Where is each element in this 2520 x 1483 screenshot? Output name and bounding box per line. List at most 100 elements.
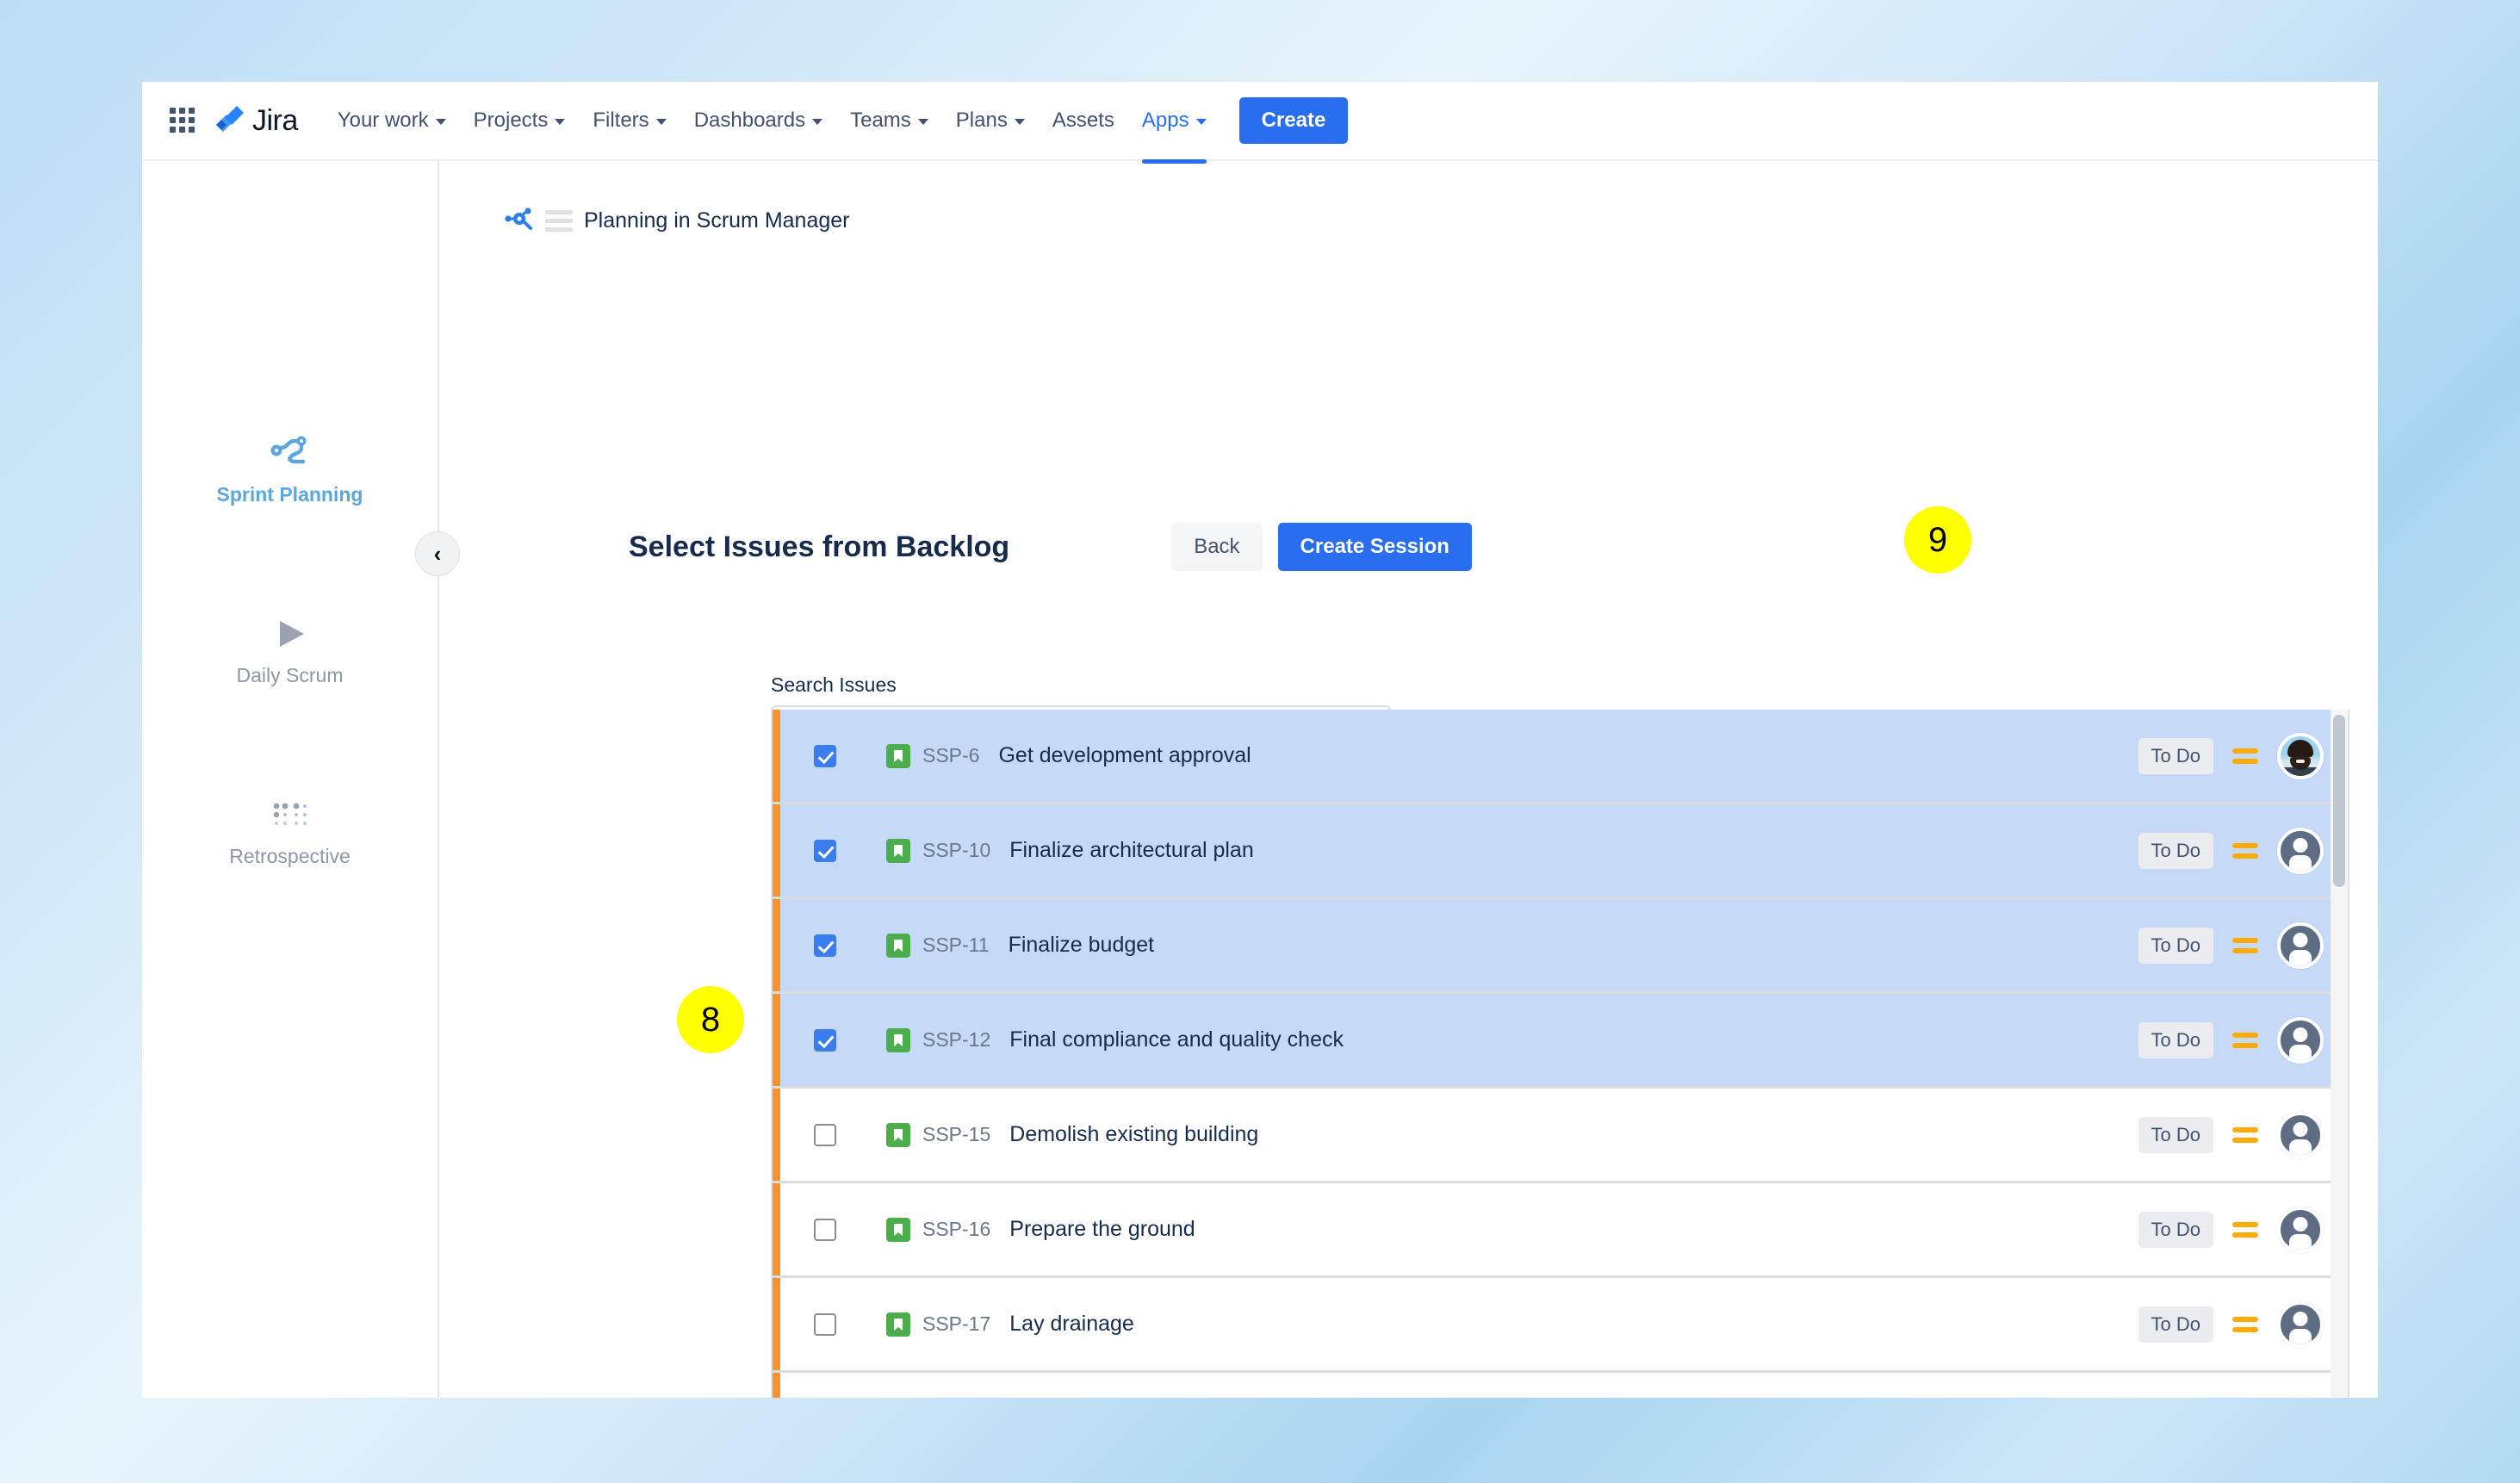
nav-item-your-work[interactable]: Your work: [324, 100, 460, 141]
scrum-node-icon: [505, 206, 534, 236]
issue-row[interactable]: SSP-12 Final compliance and quality check…: [773, 994, 2348, 1089]
issue-checkbox[interactable]: [814, 1029, 836, 1052]
sidebar-item-label: Sprint Planning: [142, 483, 438, 506]
issue-key[interactable]: SSP-10: [922, 839, 990, 862]
main-content: Planning in Scrum Manager Select Issues …: [439, 161, 2378, 1398]
issue-meta-cell: To Do: [2138, 1112, 2348, 1158]
assignee-avatar[interactable]: [2277, 922, 2324, 969]
issue-row[interactable]: SSP-18Lay new electricity linesTo Do: [773, 1373, 2348, 1398]
issue-info-cell: SSP-16 Prepare the ground: [878, 1217, 2138, 1242]
issue-checkbox-cell: [773, 934, 878, 957]
assignee-avatar[interactable]: [2277, 1301, 2324, 1348]
issue-info-cell: SSP-12 Final compliance and quality check: [878, 1027, 2138, 1052]
assignee-avatar[interactable]: [2277, 1207, 2324, 1253]
sidebar-item-daily-scrum[interactable]: Daily Scrum: [142, 609, 438, 687]
sidebar-item-label: Daily Scrum: [142, 664, 438, 687]
story-type-icon: [886, 744, 910, 768]
issue-row[interactable]: SSP-15 Demolish existing building To Do: [773, 1089, 2348, 1183]
issue-checkbox[interactable]: [814, 1219, 836, 1241]
story-type-icon: [886, 1028, 910, 1052]
play-triangle-icon: [142, 609, 438, 659]
breadcrumb-lines-icon: [545, 210, 573, 232]
priority-medium-icon: [2232, 843, 2258, 859]
story-type-icon: [886, 934, 910, 958]
annotation-marker-8: 8: [677, 986, 744, 1053]
nav-label: Plans: [956, 109, 1008, 133]
priority-medium-icon: [2232, 748, 2258, 764]
issue-key[interactable]: SSP-17: [922, 1312, 990, 1336]
issue-key[interactable]: SSP-11: [922, 934, 990, 957]
status-badge: To Do: [2138, 833, 2213, 869]
nav-item-teams[interactable]: Teams: [836, 100, 942, 141]
nav-item-assets[interactable]: Assets: [1039, 100, 1128, 141]
assignee-avatar[interactable]: [2277, 1112, 2324, 1158]
nav-item-dashboards[interactable]: Dashboards: [680, 100, 836, 141]
nav-item-apps[interactable]: Apps: [1128, 100, 1220, 141]
issue-checkbox-cell: [773, 1124, 878, 1146]
issue-summary[interactable]: Demolish existing building: [1009, 1122, 1258, 1147]
assignee-avatar[interactable]: [2277, 733, 2324, 779]
issue-info-cell: SSP-6 Get development approval: [878, 743, 2138, 768]
issue-summary[interactable]: Lay drainage: [1009, 1312, 1134, 1337]
body-area: Sprint Planning Daily Scrum: [142, 161, 2378, 1398]
chevron-down-icon: [812, 119, 822, 125]
issue-summary[interactable]: Final compliance and quality check: [1009, 1027, 1344, 1052]
brand-text: Jira: [252, 104, 298, 138]
issue-checkbox-cell: [773, 745, 878, 767]
back-button[interactable]: Back: [1171, 523, 1262, 571]
sidebar-item-sprint-planning[interactable]: Sprint Planning: [142, 428, 438, 506]
issue-list-scrollbar-track[interactable]: [2331, 710, 2348, 1398]
nav-label: Filters: [593, 109, 649, 133]
issue-summary[interactable]: Finalize budget: [1009, 933, 1155, 958]
issue-key[interactable]: SSP-16: [922, 1218, 990, 1241]
issue-checkbox-cell: [773, 1029, 878, 1052]
story-type-icon: [886, 839, 910, 863]
issue-key[interactable]: SSP-12: [922, 1028, 990, 1052]
chevron-down-icon: [1015, 119, 1025, 125]
issue-checkbox[interactable]: [814, 840, 836, 862]
status-badge: To Do: [2138, 1306, 2213, 1343]
chevron-down-icon: [1196, 119, 1207, 125]
app-switcher-icon[interactable]: [170, 108, 196, 133]
nav-item-projects[interactable]: Projects: [460, 100, 580, 141]
nav-label: Teams: [850, 109, 911, 133]
issue-key[interactable]: SSP-15: [922, 1123, 990, 1146]
assignee-avatar[interactable]: [2277, 828, 2324, 874]
issue-checkbox[interactable]: [814, 934, 836, 957]
create-button[interactable]: Create: [1239, 97, 1349, 144]
story-type-icon: [886, 1218, 910, 1242]
issue-row[interactable]: SSP-10 Finalize architectural plan To Do: [773, 804, 2348, 899]
annotation-marker-9: 9: [1904, 506, 1971, 574]
issue-list-scrollbar-thumb[interactable]: [2333, 715, 2345, 887]
issue-row[interactable]: SSP-11Finalize budgetTo Do: [773, 899, 2348, 994]
chevron-down-icon: [918, 119, 928, 125]
jira-logo[interactable]: Jira: [214, 104, 298, 138]
issue-row[interactable]: SSP-16Prepare the groundTo Do: [773, 1183, 2348, 1278]
issue-summary[interactable]: Finalize architectural plan: [1009, 838, 1253, 863]
search-issues-label: Search Issues: [771, 673, 1391, 697]
create-session-button[interactable]: Create Session: [1278, 523, 1472, 571]
breadcrumb-text: Planning in Scrum Manager: [584, 208, 850, 233]
story-type-icon: [886, 1123, 910, 1147]
issue-summary[interactable]: Get development approval: [998, 743, 1251, 768]
assignee-avatar[interactable]: [2277, 1017, 2324, 1064]
assignee-avatar[interactable]: [2277, 1396, 2324, 1399]
issue-meta-cell: To Do: [2138, 1017, 2348, 1064]
sidebar-collapse-button[interactable]: ‹: [415, 531, 460, 576]
issue-checkbox[interactable]: [814, 745, 836, 767]
chevron-down-icon: [555, 119, 565, 125]
page-header: Select Issues from Backlog Back Create S…: [629, 523, 2093, 571]
issue-meta-cell: To Do: [2138, 828, 2348, 874]
issue-checkbox[interactable]: [814, 1124, 836, 1146]
issue-key[interactable]: SSP-6: [922, 744, 979, 767]
issue-meta-cell: To Do: [2138, 1396, 2348, 1399]
issue-row[interactable]: SSP-17 Lay drainage To Do: [773, 1278, 2348, 1373]
issue-info-cell: SSP-15 Demolish existing building: [878, 1122, 2138, 1147]
sidebar-item-retrospective[interactable]: Retrospective: [142, 790, 438, 868]
nav-label: Projects: [474, 109, 549, 133]
nav-item-filters[interactable]: Filters: [579, 100, 680, 141]
nav-item-plans[interactable]: Plans: [942, 100, 1039, 141]
issue-row[interactable]: SSP-6Get development approvalTo Do: [773, 710, 2348, 804]
issue-summary[interactable]: Prepare the ground: [1009, 1217, 1195, 1242]
issue-checkbox[interactable]: [814, 1313, 836, 1336]
